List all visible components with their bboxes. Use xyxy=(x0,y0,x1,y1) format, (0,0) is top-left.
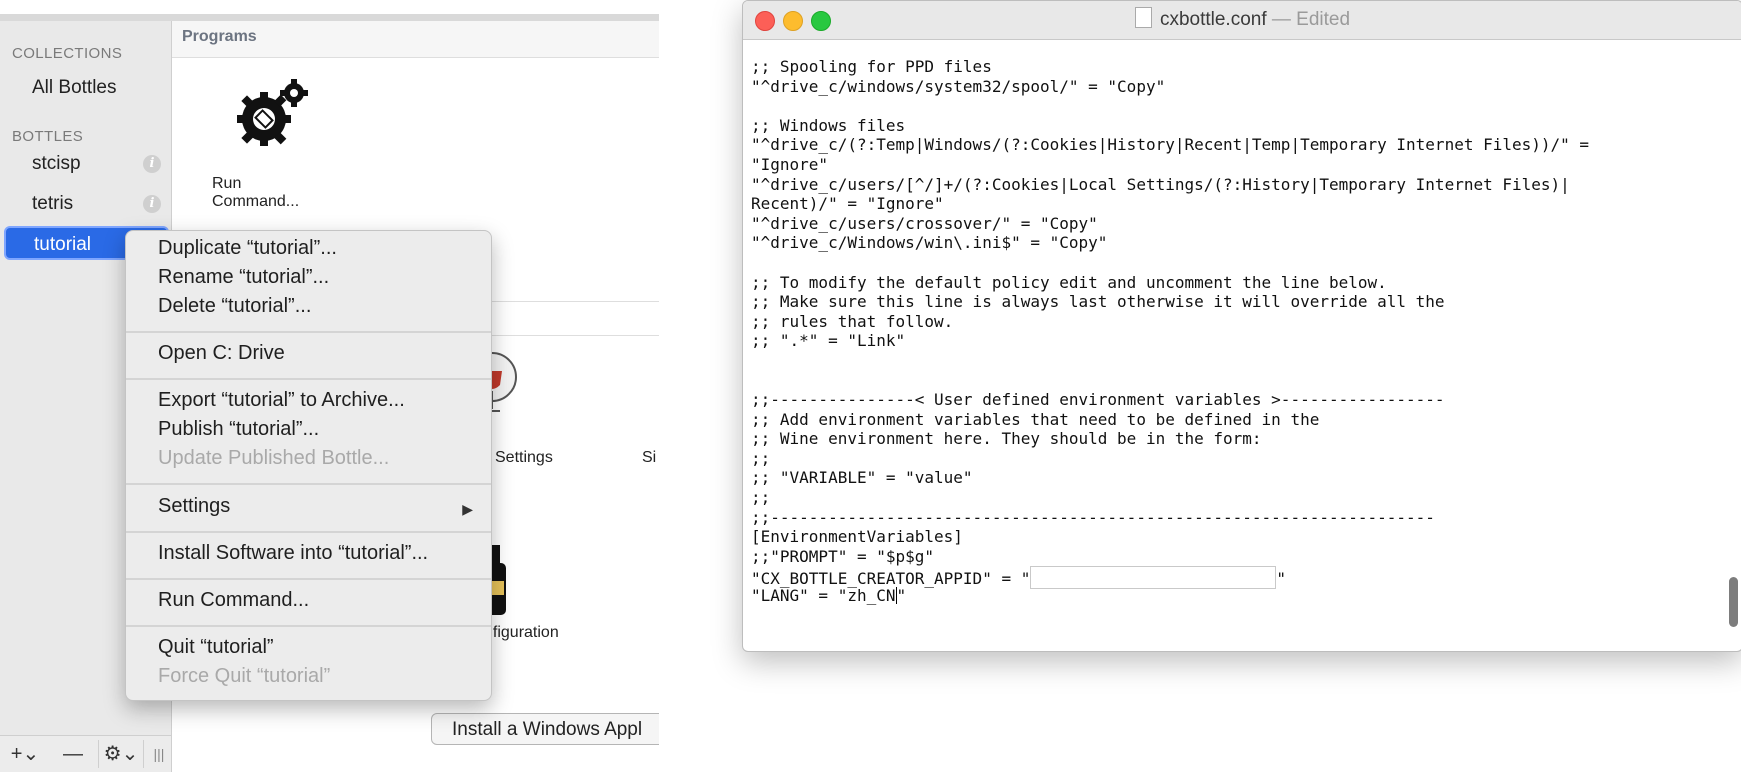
window-title: cxbottle.conf — Edited xyxy=(743,1,1741,39)
document-icon xyxy=(1134,7,1152,28)
sidebar-item-label: stcisp xyxy=(32,153,81,174)
code-line: [EnvironmentVariables] xyxy=(751,527,963,547)
code-line: ;; ".*" = "Link" xyxy=(751,331,906,351)
code-line: ;; "VARIABLE" = "value" xyxy=(751,468,973,488)
sidebar-item-stcisp[interactable]: stcisp i xyxy=(4,147,169,181)
code-line: ;;"PROMPT" = "$p$g" xyxy=(751,546,935,566)
code-line: "Ignore" xyxy=(751,154,829,174)
menu-item-settings-label: Settings xyxy=(158,495,231,517)
menu-item-open-c-drive[interactable]: Open C: Drive xyxy=(158,342,285,365)
menu-item-delete[interactable]: Delete “tutorial”... xyxy=(158,295,311,318)
menu-item-duplicate[interactable]: Duplicate “tutorial”... xyxy=(158,237,337,260)
si-label: Si xyxy=(642,449,657,466)
lang-prefix: "LANG" = "zh_CN xyxy=(751,586,896,606)
sidebar-item-all-bottles[interactable]: All Bottles xyxy=(4,71,169,105)
vertical-scrollbar[interactable] xyxy=(1729,577,1738,627)
code-line: ;; xyxy=(751,448,771,468)
menu-separator xyxy=(126,578,491,580)
section-divider xyxy=(472,335,659,336)
code-line: ;; To modify the default policy edit and… xyxy=(751,272,1387,292)
menu-item-update-published: Update Published Bottle... xyxy=(158,447,390,469)
code-line: Recent)/" = "Ignore" xyxy=(751,194,944,214)
code-line: "^drive_c/Windows/win\.ini$" = "Copy" xyxy=(751,233,1108,253)
code-line: "^drive_c/(?:Temp|Windows/(?:Cookies|His… xyxy=(751,135,1590,155)
text-editor-body[interactable]: ;; Spooling for PPD files "^drive_c/windo… xyxy=(751,57,1712,641)
install-windows-app-button[interactable]: Install a Windows Appl xyxy=(431,713,659,745)
gear-menu-button[interactable]: ⚙⌄ xyxy=(98,740,144,768)
menu-separator xyxy=(126,331,491,333)
info-icon[interactable]: i xyxy=(143,195,161,213)
collections-header: COLLECTIONS xyxy=(12,45,123,62)
sidebar-item-label: tetris xyxy=(32,193,74,214)
settings-label: Settings xyxy=(495,449,553,466)
edited-status: — Edited xyxy=(1266,9,1351,30)
code-line: ;; Make sure this line is always last ot… xyxy=(751,292,1445,312)
menu-item-settings[interactable]: Settings xyxy=(158,495,491,518)
remove-bottle-button[interactable]: — xyxy=(56,740,90,768)
appid-suffix: " xyxy=(1276,569,1286,589)
code-line: ;; xyxy=(751,488,771,508)
configuration-label: nfiguration xyxy=(484,624,559,641)
menu-item-quit[interactable]: Quit “tutorial” xyxy=(158,636,274,659)
programs-header: Programs xyxy=(172,21,659,58)
code-line: ;; Windows files xyxy=(751,115,906,135)
lang-suffix: " xyxy=(896,586,907,606)
sidebar-toolbar: +⌄ — ⚙⌄ ||| xyxy=(0,735,171,772)
menu-separator xyxy=(126,378,491,380)
code-line: ;; Add environment variables that need t… xyxy=(751,409,1320,429)
sidebar-item-tetris[interactable]: tetris i xyxy=(4,187,169,221)
code-line: "^drive_c/users/[^/]+/(?:Cookies|Local S… xyxy=(751,174,1570,194)
menu-separator xyxy=(126,531,491,533)
code-line: ;; Spooling for PPD files xyxy=(751,57,992,76)
gear-icon xyxy=(237,79,308,146)
code-line: "^drive_c/users/crossover/" = "Copy" xyxy=(751,213,1098,233)
add-bottle-button[interactable]: +⌄ xyxy=(6,740,44,768)
textedit-window: cxbottle.conf — Edited ;; Spooling for P… xyxy=(742,0,1741,652)
menu-item-run-command[interactable]: Run Command... xyxy=(158,589,309,612)
code-line-appid: "CX_BOTTLE_CREATOR_APPID" = " " xyxy=(751,566,1712,590)
code-line: ;;--------------------------------------… xyxy=(751,507,1435,527)
title-bar: cxbottle.conf — Edited xyxy=(743,1,1741,40)
bottle-context-menu: Duplicate “tutorial”... Rename “tutorial… xyxy=(125,230,492,701)
menu-item-export-archive[interactable]: Export “tutorial” to Archive... xyxy=(158,389,405,412)
submenu-arrow-icon: ▶ xyxy=(462,501,473,517)
sidebar-resize-handle[interactable]: ||| xyxy=(150,740,168,768)
menu-separator xyxy=(126,625,491,627)
code-line: ;; Wine environment here. They should be… xyxy=(751,429,1262,449)
info-icon[interactable]: i xyxy=(143,155,161,173)
code-line: ;;---------------< User defined environm… xyxy=(751,390,1445,410)
sidebar-item-label: tutorial xyxy=(34,234,92,255)
menu-item-install-software[interactable]: Install Software into “tutorial”... xyxy=(158,542,428,565)
bottles-header: BOTTLES xyxy=(12,128,84,145)
run-command-program[interactable]: Run Command... xyxy=(212,79,332,210)
menu-item-publish[interactable]: Publish “tutorial”... xyxy=(158,418,319,441)
menu-separator xyxy=(126,483,491,485)
code-line: "^drive_c/windows/system32/spool/" = "Co… xyxy=(751,76,1166,96)
code-line: ;; rules that follow. xyxy=(751,311,954,331)
document-filename: cxbottle.conf xyxy=(1159,9,1267,30)
appid-value-field[interactable] xyxy=(1030,566,1277,590)
menu-item-force-quit: Force Quit “tutorial” xyxy=(158,665,331,687)
run-command-label: Run Command... xyxy=(212,175,300,210)
menu-item-rename[interactable]: Rename “tutorial”... xyxy=(158,266,329,289)
